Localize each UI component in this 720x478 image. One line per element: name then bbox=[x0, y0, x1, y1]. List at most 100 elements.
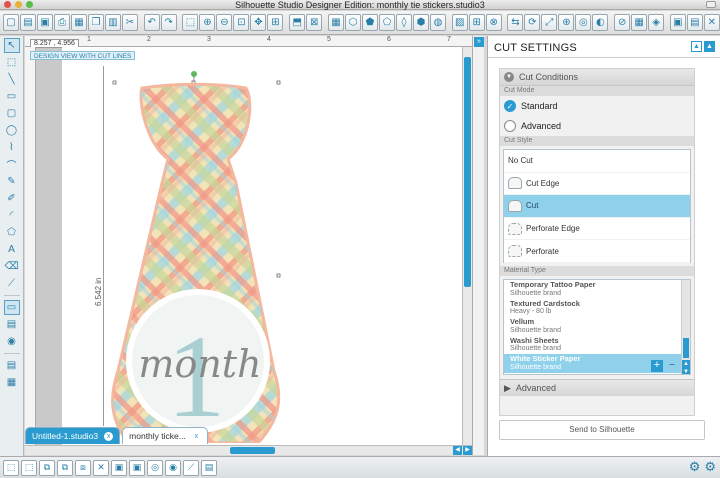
design-view-icon[interactable]: ▤ bbox=[686, 14, 703, 31]
advanced-section-header[interactable]: ▶ Advanced bbox=[500, 379, 694, 396]
copy-icon[interactable]: ❐ bbox=[88, 14, 104, 31]
knife-icon[interactable]: ⊘ bbox=[614, 14, 631, 31]
cut-mode-standard[interactable]: ✓ Standard bbox=[500, 96, 694, 116]
scroll-right-icon[interactable]: ▶ bbox=[463, 446, 472, 455]
grid-icon[interactable]: ▦ bbox=[327, 14, 344, 31]
point-edit-tool-icon[interactable]: ⬚ bbox=[4, 55, 20, 70]
registration-icon[interactable]: ⊠ bbox=[306, 14, 323, 31]
selection-handle[interactable] bbox=[276, 80, 281, 85]
knife-tool-icon[interactable]: ⟋ bbox=[4, 276, 20, 291]
regular-polygon-tool-icon[interactable]: ⬠ bbox=[4, 225, 20, 240]
line-color-icon[interactable]: ⬠ bbox=[378, 14, 395, 31]
cut-conditions-header[interactable]: ▼ Cut Conditions bbox=[500, 69, 694, 86]
select-icon[interactable]: ⬚ bbox=[182, 14, 199, 31]
cut-style-cut[interactable]: Cut bbox=[504, 195, 690, 218]
selection-handle[interactable] bbox=[112, 80, 117, 85]
offset-tool-icon[interactable]: ◎ bbox=[147, 459, 163, 476]
eraser-bottom-icon[interactable]: ▤ bbox=[201, 459, 217, 476]
modify-icon[interactable]: ⊗ bbox=[485, 14, 502, 31]
library-icon[interactable]: ▦ bbox=[631, 14, 648, 31]
selection-handle[interactable] bbox=[276, 273, 281, 278]
close-panel-icon[interactable]: ✕ bbox=[703, 14, 720, 31]
move-icon[interactable]: ⊕ bbox=[558, 14, 575, 31]
eraser-tool-icon[interactable]: ⌫ bbox=[4, 259, 20, 274]
cut-send-icon[interactable]: ▦ bbox=[71, 14, 87, 31]
cut-settings-icon[interactable]: ⬡ bbox=[344, 14, 361, 31]
close-window-button[interactable] bbox=[4, 1, 11, 8]
ellipse-tool-icon[interactable]: ◯ bbox=[4, 123, 20, 138]
minimize-window-button[interactable] bbox=[15, 1, 22, 8]
media-view-icon[interactable]: ▦ bbox=[4, 375, 20, 390]
transparency-icon[interactable]: ▨ bbox=[451, 14, 468, 31]
material-item[interactable]: Washi Sheets Silhouette brand bbox=[504, 336, 690, 355]
checkmark-icon[interactable]: ✓ bbox=[504, 100, 516, 112]
cut-view-icon[interactable]: ▤ bbox=[4, 358, 20, 373]
paste-icon[interactable]: ▥ bbox=[105, 14, 121, 31]
page-setup-icon[interactable]: ⬒ bbox=[289, 14, 306, 31]
vertical-scroll-thumb[interactable] bbox=[464, 57, 471, 287]
ungroup-icon[interactable]: ⬚ bbox=[21, 459, 37, 476]
replicate-icon[interactable]: ⊞ bbox=[468, 14, 485, 31]
scroll-up-icon[interactable]: ▲ bbox=[682, 360, 690, 368]
scroll-left-icon[interactable]: ◀ bbox=[453, 446, 462, 455]
send-to-back-icon[interactable]: ▣ bbox=[129, 459, 145, 476]
align-icon[interactable]: ⇆ bbox=[507, 14, 524, 31]
horizontal-scroll-thumb[interactable] bbox=[230, 447, 275, 454]
radio-icon[interactable] bbox=[504, 120, 516, 132]
rounded-rect-tool-icon[interactable]: ▢ bbox=[4, 106, 20, 121]
scale-icon[interactable]: ⤢ bbox=[541, 14, 558, 31]
tab-monthly-tie[interactable]: monthly ticke... x bbox=[122, 427, 208, 444]
delete-icon[interactable]: ✕ bbox=[93, 459, 109, 476]
tie-design[interactable]: 1 month bbox=[108, 71, 308, 443]
silhouette-connect-icon[interactable]: ⚙ bbox=[704, 460, 716, 475]
line-style-icon[interactable]: ◊ bbox=[395, 14, 412, 31]
material-type-list[interactable]: Temporary Tattoo Paper Silhouette brand … bbox=[503, 279, 691, 375]
cut-mode-advanced[interactable]: Advanced bbox=[500, 116, 694, 136]
material-scroll-thumb[interactable] bbox=[683, 338, 689, 358]
line-tool-icon[interactable]: ╲ bbox=[4, 72, 20, 87]
smooth-freehand-tool-icon[interactable]: ✐ bbox=[4, 191, 20, 206]
pan-icon[interactable]: ✥ bbox=[250, 14, 267, 31]
zoom-out-icon[interactable]: ⊖ bbox=[216, 14, 233, 31]
weld-icon[interactable]: ⧈ bbox=[75, 459, 91, 476]
store-tool-icon[interactable]: ◉ bbox=[4, 334, 20, 349]
fit-icon[interactable]: ⊞ bbox=[267, 14, 284, 31]
new-icon[interactable]: ▢ bbox=[3, 14, 19, 31]
polygon-tool-icon[interactable]: ⌇ bbox=[4, 140, 20, 155]
trace-icon[interactable]: ◐ bbox=[592, 14, 609, 31]
text-tool-icon[interactable]: A bbox=[4, 242, 20, 257]
trace-tool-icon[interactable]: ◉ bbox=[165, 459, 181, 476]
undo-icon[interactable]: ↶ bbox=[143, 14, 160, 31]
cut-style-no-cut[interactable]: No Cut bbox=[504, 150, 690, 173]
arc-tool-icon[interactable]: ◜ bbox=[4, 208, 20, 223]
toolbar-toggle-button[interactable] bbox=[706, 1, 716, 8]
curve-tool-icon[interactable]: ⌒ bbox=[4, 157, 20, 172]
remove-material-button[interactable]: − bbox=[666, 360, 678, 372]
panel-expand-icon[interactable]: ▲ bbox=[704, 41, 715, 52]
cut-style-perforate[interactable]: Perforate bbox=[504, 240, 690, 263]
bring-to-front-icon[interactable]: ▣ bbox=[111, 459, 127, 476]
scroll-down-icon[interactable]: ▼ bbox=[682, 368, 690, 374]
material-item[interactable]: Vellum Silhouette brand bbox=[504, 317, 690, 336]
freehand-tool-icon[interactable]: ✎ bbox=[4, 174, 20, 189]
settings-gear-icon[interactable]: ⚙ bbox=[689, 460, 701, 475]
zoom-box-icon[interactable]: ⊡ bbox=[233, 14, 250, 31]
save-icon[interactable]: ▣ bbox=[37, 14, 53, 31]
library-tool-icon[interactable]: ▤ bbox=[4, 317, 20, 332]
text-style-icon[interactable]: ◍ bbox=[429, 14, 446, 31]
canvas-area[interactable]: 8.257 , 4.956 12345678 DESIGN VIEW WITH … bbox=[25, 36, 472, 455]
zoom-in-icon[interactable]: ⊕ bbox=[199, 14, 216, 31]
cut-style-perforate-edge[interactable]: Perforate Edge bbox=[504, 218, 690, 241]
store-icon[interactable]: ◈ bbox=[648, 14, 665, 31]
material-item[interactable]: Textured Cardstock Heavy - 80 lb bbox=[504, 299, 690, 318]
design-page-icon[interactable]: ▭ bbox=[3, 300, 20, 315]
tab-close-icon[interactable]: x bbox=[104, 431, 114, 441]
group-icon[interactable]: ⬚ bbox=[3, 459, 19, 476]
canvas-vertical-scrollbar[interactable] bbox=[462, 47, 472, 445]
scissors-icon[interactable]: ✂ bbox=[122, 14, 138, 31]
cut-style-cut-edge[interactable]: Cut Edge bbox=[504, 173, 690, 196]
offset-icon[interactable]: ◎ bbox=[575, 14, 592, 31]
material-item[interactable]: Temporary Tattoo Paper Silhouette brand bbox=[504, 280, 690, 299]
tab-close-icon[interactable]: x bbox=[192, 432, 201, 441]
rotate-icon[interactable]: ⟳ bbox=[524, 14, 541, 31]
